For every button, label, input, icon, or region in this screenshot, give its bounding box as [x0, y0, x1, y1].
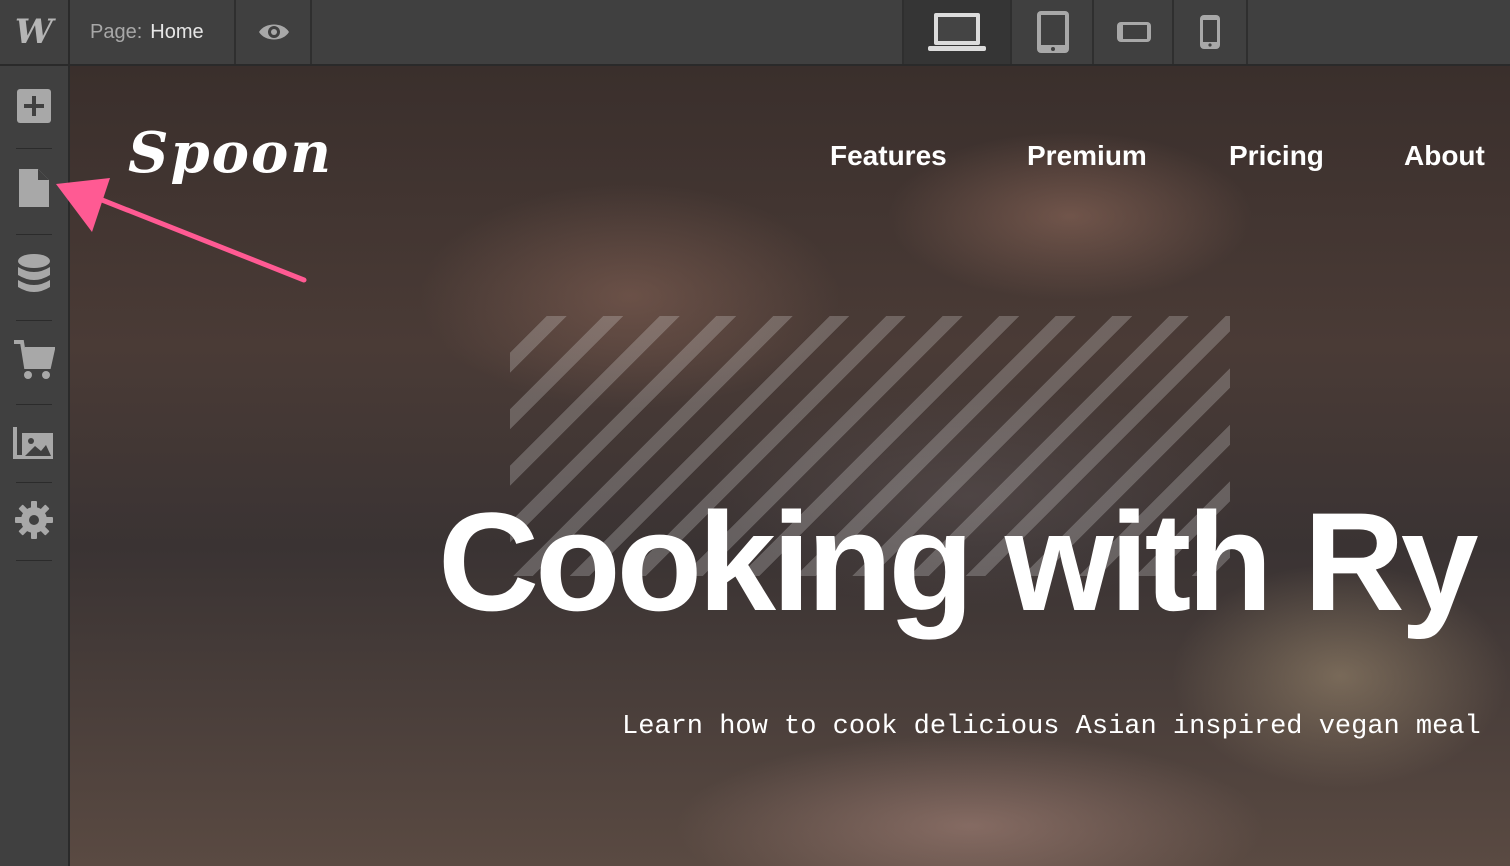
page-selector[interactable]: Page: Home — [70, 0, 236, 64]
eye-icon — [259, 24, 289, 40]
hero-subtitle: Learn how to cook delicious Asian inspir… — [622, 712, 1481, 742]
device-mobile-landscape-button[interactable] — [1092, 0, 1174, 64]
settings-icon — [15, 501, 53, 539]
assets-button[interactable] — [0, 412, 68, 472]
tablet-icon — [1037, 11, 1069, 53]
cms-button[interactable] — [0, 244, 68, 304]
device-desktop-button[interactable] — [902, 0, 1010, 64]
nav-link-about[interactable]: About — [1404, 140, 1485, 172]
nav-link-pricing[interactable]: Pricing — [1229, 140, 1324, 172]
designer-sidebar — [0, 66, 70, 866]
mobile-portrait-icon — [1200, 15, 1220, 49]
sidebar-divider — [16, 482, 52, 483]
sidebar-divider — [16, 234, 52, 235]
nav-link-premium[interactable]: Premium — [1027, 140, 1147, 172]
pages-icon — [19, 169, 49, 207]
settings-button[interactable] — [0, 490, 68, 550]
site-canvas[interactable]: Spoon Features Premium Pricing About Coo… — [70, 66, 1510, 866]
ecommerce-button[interactable] — [0, 330, 68, 390]
mobile-landscape-icon — [1117, 22, 1151, 42]
page-label: Page: — [90, 20, 143, 43]
preview-button[interactable] — [238, 0, 312, 64]
device-tablet-button[interactable] — [1010, 0, 1094, 64]
site-logo[interactable]: Spoon — [128, 120, 333, 186]
add-elements-button[interactable] — [0, 76, 68, 136]
designer-toolbar: W Page: Home — [0, 0, 1510, 66]
device-mobile-portrait-button[interactable] — [1172, 0, 1248, 64]
sidebar-divider — [16, 320, 52, 321]
add-icon — [17, 89, 51, 123]
cms-icon — [18, 254, 50, 292]
logo-text: W — [14, 12, 54, 52]
ecommerce-icon — [14, 340, 55, 379]
sidebar-divider — [16, 404, 52, 405]
sidebar-divider — [16, 148, 52, 149]
sidebar-divider — [16, 560, 52, 561]
assets-icon — [13, 427, 53, 459]
hero-title: Cooking with Ry — [438, 483, 1479, 640]
desktop-icon — [928, 13, 986, 51]
pages-button[interactable] — [0, 158, 68, 218]
page-name: Home — [150, 20, 204, 43]
nav-link-features[interactable]: Features — [830, 140, 947, 172]
webflow-logo[interactable]: W — [0, 0, 70, 64]
